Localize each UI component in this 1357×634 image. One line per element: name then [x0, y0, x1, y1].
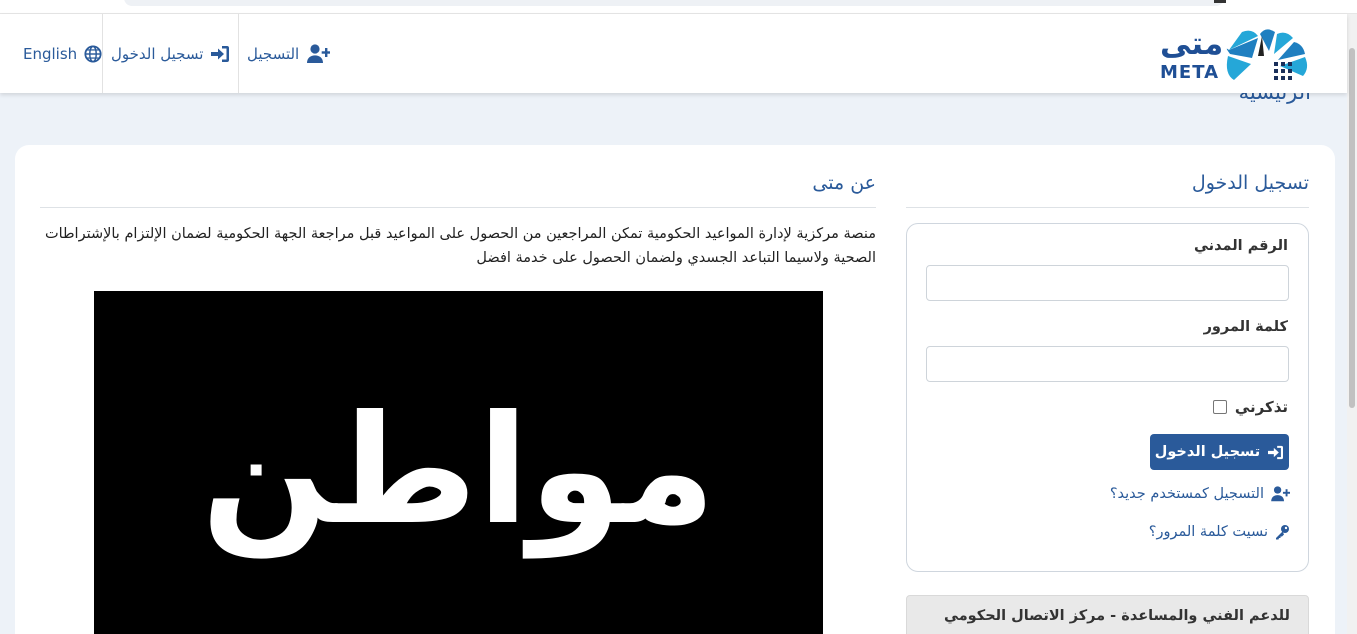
support-title: للدعم الفني والمساعدة - مركز الاتصال الح… [944, 608, 1290, 624]
header-register-link[interactable]: التسجيل [247, 14, 331, 93]
login-divider [906, 207, 1309, 208]
nav-divider [238, 14, 239, 93]
login-title: تسجيل الدخول [1191, 172, 1309, 194]
header-register-label: التسجيل [247, 44, 300, 63]
about-banner-image: مواطن [94, 291, 823, 634]
user-plus-icon [306, 43, 331, 64]
password-label: كلمة المرور [1203, 319, 1288, 335]
logo-arabic-text: متى [1160, 26, 1224, 62]
top-edge-mark [1214, 0, 1226, 3]
header-login-link[interactable]: تسجيل الدخول [111, 14, 230, 93]
civil-id-label: الرقم المدني [1194, 238, 1288, 254]
forgot-password-label: نسيت كلمة المرور؟ [1148, 524, 1268, 540]
remember-me-label: تذكرني [1234, 398, 1288, 416]
meta-logo[interactable]: متى META [1158, 24, 1336, 86]
login-submit-button[interactable]: تسجيل الدخول [1150, 434, 1289, 470]
banner-text: مواطن [201, 384, 716, 558]
browser-top-strip [0, 0, 1357, 14]
support-panel: للدعم الفني والمساعدة - مركز الاتصال الح… [906, 595, 1309, 634]
about-divider [40, 207, 876, 208]
about-description: منصة مركزية لإدارة المواعيد الحكومية تمك… [44, 226, 876, 266]
sign-in-icon [1267, 445, 1284, 460]
remember-me[interactable]: تذكرني [1212, 398, 1288, 416]
address-bar[interactable] [124, 0, 1224, 6]
site-header: English تسجيل الدخول التسجيل متى META [0, 14, 1347, 93]
logo-latin-text: META [1160, 62, 1220, 83]
sign-in-icon [210, 45, 230, 63]
nav-divider [102, 14, 103, 93]
login-form: الرقم المدني كلمة المرور تذكرني تسجيل ال… [906, 223, 1309, 572]
password-input[interactable] [926, 346, 1289, 382]
register-new-user-link[interactable]: التسجيل كمستخدم جديد؟ [1110, 486, 1290, 502]
key-icon [1274, 524, 1290, 540]
civil-id-input[interactable] [926, 265, 1289, 301]
login-submit-label: تسجيل الدخول [1154, 444, 1261, 460]
about-title: عن متى [812, 172, 876, 194]
scrollbar-thumb[interactable] [1349, 48, 1355, 408]
page-scrollbar[interactable] [1347, 14, 1357, 634]
register-new-user-label: التسجيل كمستخدم جديد؟ [1109, 486, 1264, 502]
forgot-password-link[interactable]: نسيت كلمة المرور؟ [1149, 524, 1290, 540]
language-switch-link[interactable]: English [23, 14, 102, 93]
remember-me-checkbox[interactable] [1212, 400, 1227, 414]
globe-icon [84, 44, 102, 63]
user-plus-icon [1270, 486, 1290, 502]
header-login-label: تسجيل الدخول [111, 44, 204, 63]
language-switch-label: English [23, 44, 78, 63]
